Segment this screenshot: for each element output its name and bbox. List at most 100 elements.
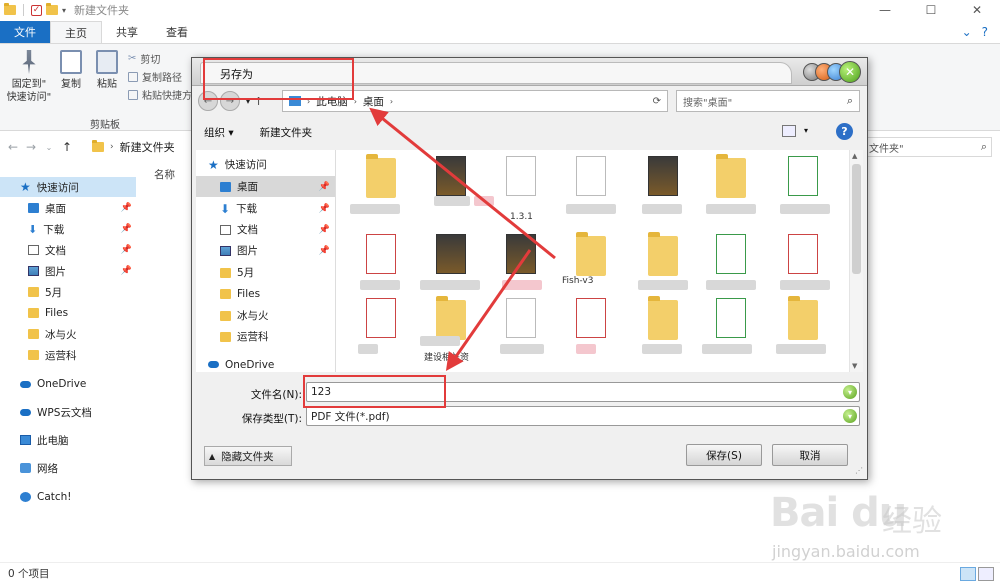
copy-path-button[interactable]: 复制路径 — [128, 69, 182, 84]
image-file-icon[interactable] — [436, 234, 466, 274]
pin-icon[interactable]: 📌 — [121, 266, 132, 276]
folder-icon[interactable] — [716, 154, 746, 198]
column-header-name[interactable]: 名称 — [154, 167, 175, 182]
new-folder-button[interactable]: 新建文件夹 — [260, 125, 313, 140]
organize-button[interactable]: 组织 ▾ — [204, 125, 234, 140]
sidebar-item-may[interactable]: 5月 — [0, 282, 136, 302]
recent-locations-icon[interactable]: ⌄ — [40, 143, 58, 152]
explorer-path[interactable]: › 新建文件夹 — [92, 137, 202, 157]
tab-home[interactable]: 主页 — [50, 21, 102, 43]
explorer-search-input[interactable]: 文件夹" ⌕ — [864, 137, 992, 157]
view-options-icon[interactable] — [782, 125, 796, 137]
pin-icon[interactable]: 📌 — [319, 204, 330, 214]
scroll-down-icon[interactable]: ▼ — [852, 362, 857, 370]
scroll-thumb[interactable] — [852, 164, 861, 274]
paste-button[interactable]: 粘贴 — [92, 50, 122, 91]
document-icon[interactable] — [506, 298, 536, 338]
sidebar-item-files[interactable]: Files — [0, 303, 136, 323]
cut-button[interactable]: ✂ 剪切 — [128, 51, 160, 66]
image-file-icon[interactable] — [436, 156, 466, 196]
sidebar-item-operations[interactable]: 运营科 — [0, 345, 136, 365]
new-folder-icon[interactable] — [46, 3, 58, 15]
pdf-file-icon[interactable] — [366, 298, 396, 338]
dialog-sidebar-may[interactable]: 5月 — [196, 262, 335, 283]
refresh-icon[interactable]: ⟳ — [653, 96, 661, 107]
cancel-button[interactable]: 取消 — [772, 444, 848, 466]
document-icon[interactable] — [506, 156, 536, 196]
expand-ribbon-icon[interactable]: ⌄ — [962, 25, 972, 39]
help-icon[interactable]: ? — [982, 25, 988, 39]
sidebar-item-wps[interactable]: WPS云文档 — [0, 402, 136, 422]
help-icon[interactable]: ? — [836, 123, 853, 140]
folder-icon[interactable] — [366, 154, 396, 198]
minimize-icon[interactable]: — — [862, 0, 908, 20]
folder-icon[interactable] — [648, 232, 678, 276]
folder-icon[interactable] — [436, 296, 466, 340]
dialog-search-input[interactable]: 搜索"桌面" ⌕ — [676, 90, 860, 112]
save-button[interactable]: 保存(S) — [686, 444, 762, 466]
chevron-down-icon[interactable]: ▾ — [843, 409, 857, 423]
dialog-sidebar-files[interactable]: Files — [196, 283, 335, 304]
scroll-up-icon[interactable]: ▲ — [852, 152, 857, 160]
image-file-icon[interactable] — [648, 156, 678, 196]
network-icon — [20, 463, 31, 473]
dialog-sidebar-downloads[interactable]: ⬇ 下载 📌 — [196, 198, 335, 219]
resize-grip-icon[interactable]: ⋰ — [855, 466, 863, 475]
dialog-sidebar-documents[interactable]: 文档 📌 — [196, 219, 335, 240]
chevron-down-icon[interactable]: ▾ — [804, 126, 808, 135]
dialog-sidebar-desktop[interactable]: 桌面 📌 — [196, 176, 335, 197]
tab-view[interactable]: 查看 — [152, 21, 202, 43]
pin-icon[interactable]: 📌 — [319, 225, 330, 235]
sidebar-item-desktop[interactable]: 桌面 📌 — [0, 198, 136, 218]
dialog-sidebar-quick-access[interactable]: ★ 快速访问 — [196, 154, 335, 175]
sidebar-item-pictures[interactable]: 图片 📌 — [0, 261, 136, 281]
pin-quick-access-button[interactable]: 固定到" 快速访问" — [4, 50, 54, 104]
pin-icon[interactable]: 📌 — [121, 224, 132, 234]
copy-button[interactable]: 复制 — [56, 50, 86, 91]
close-icon[interactable]: ✕ — [954, 0, 1000, 20]
chevron-down-icon[interactable]: ▾ — [843, 385, 857, 399]
sidebar-item-onedrive[interactable]: OneDrive — [0, 374, 136, 394]
close-icon[interactable]: ✕ — [839, 61, 861, 83]
folder-icon[interactable] — [648, 296, 678, 340]
folder-icon[interactable] — [788, 296, 818, 340]
spreadsheet-icon[interactable] — [716, 298, 746, 338]
dialog-sidebar-ice-fire[interactable]: 冰与火 — [196, 305, 335, 326]
forward-arrow-icon[interactable]: → — [22, 140, 40, 154]
up-arrow-icon[interactable]: ↑ — [58, 140, 76, 154]
dialog-scrollbar[interactable]: ▲ ▼ — [849, 150, 863, 372]
spreadsheet-icon[interactable] — [788, 156, 818, 196]
spreadsheet-icon[interactable] — [716, 234, 746, 274]
pdf-file-icon[interactable] — [788, 234, 818, 274]
tab-file[interactable]: 文件 — [0, 21, 50, 43]
sidebar-item-this-pc[interactable]: 此电脑 — [0, 430, 136, 450]
dialog-sidebar-pictures[interactable]: 图片 📌 — [196, 240, 335, 261]
pdf-file-icon[interactable] — [576, 298, 606, 338]
dialog-sidebar-operations[interactable]: 运营科 — [196, 326, 335, 347]
sidebar-item-downloads[interactable]: ⬇ 下载 📌 — [0, 219, 136, 239]
sidebar-item-ice-fire[interactable]: 冰与火 — [0, 324, 136, 344]
sidebar-item-quick-access[interactable]: ★ 快速访问 — [0, 177, 136, 197]
tab-share[interactable]: 共享 — [102, 21, 152, 43]
pdf-file-icon[interactable] — [366, 234, 396, 274]
customize-toolbar-icon[interactable]: ▾ — [62, 6, 66, 15]
back-arrow-icon[interactable]: ← — [4, 140, 22, 154]
pin-icon[interactable]: 📌 — [319, 182, 330, 192]
document-icon[interactable] — [576, 156, 606, 196]
sidebar-item-catch[interactable]: Catch! — [0, 487, 136, 507]
folder-icon[interactable] — [576, 232, 606, 276]
sidebar-item-network[interactable]: 网络 — [0, 458, 136, 478]
properties-icon[interactable]: ✓ — [31, 4, 42, 16]
maximize-icon[interactable]: ☐ — [908, 0, 954, 20]
dialog-sidebar-onedrive[interactable]: OneDrive — [196, 354, 335, 372]
image-file-icon[interactable] — [506, 234, 536, 274]
pin-icon[interactable]: 📌 — [121, 203, 132, 213]
pin-icon[interactable]: 📌 — [121, 245, 132, 255]
item-count: 0 个项目 — [8, 568, 50, 580]
breadcrumb-desktop[interactable]: 桌面 — [363, 94, 384, 109]
filetype-select[interactable]: PDF 文件(*.pdf) ▾ — [306, 406, 860, 426]
paste-shortcut-button[interactable]: 粘贴快捷方 — [128, 87, 192, 102]
sidebar-item-documents[interactable]: 文档 📌 — [0, 240, 136, 260]
hide-folders-button[interactable]: ▲ 隐藏文件夹 — [204, 446, 292, 466]
pin-icon[interactable]: 📌 — [319, 246, 330, 256]
